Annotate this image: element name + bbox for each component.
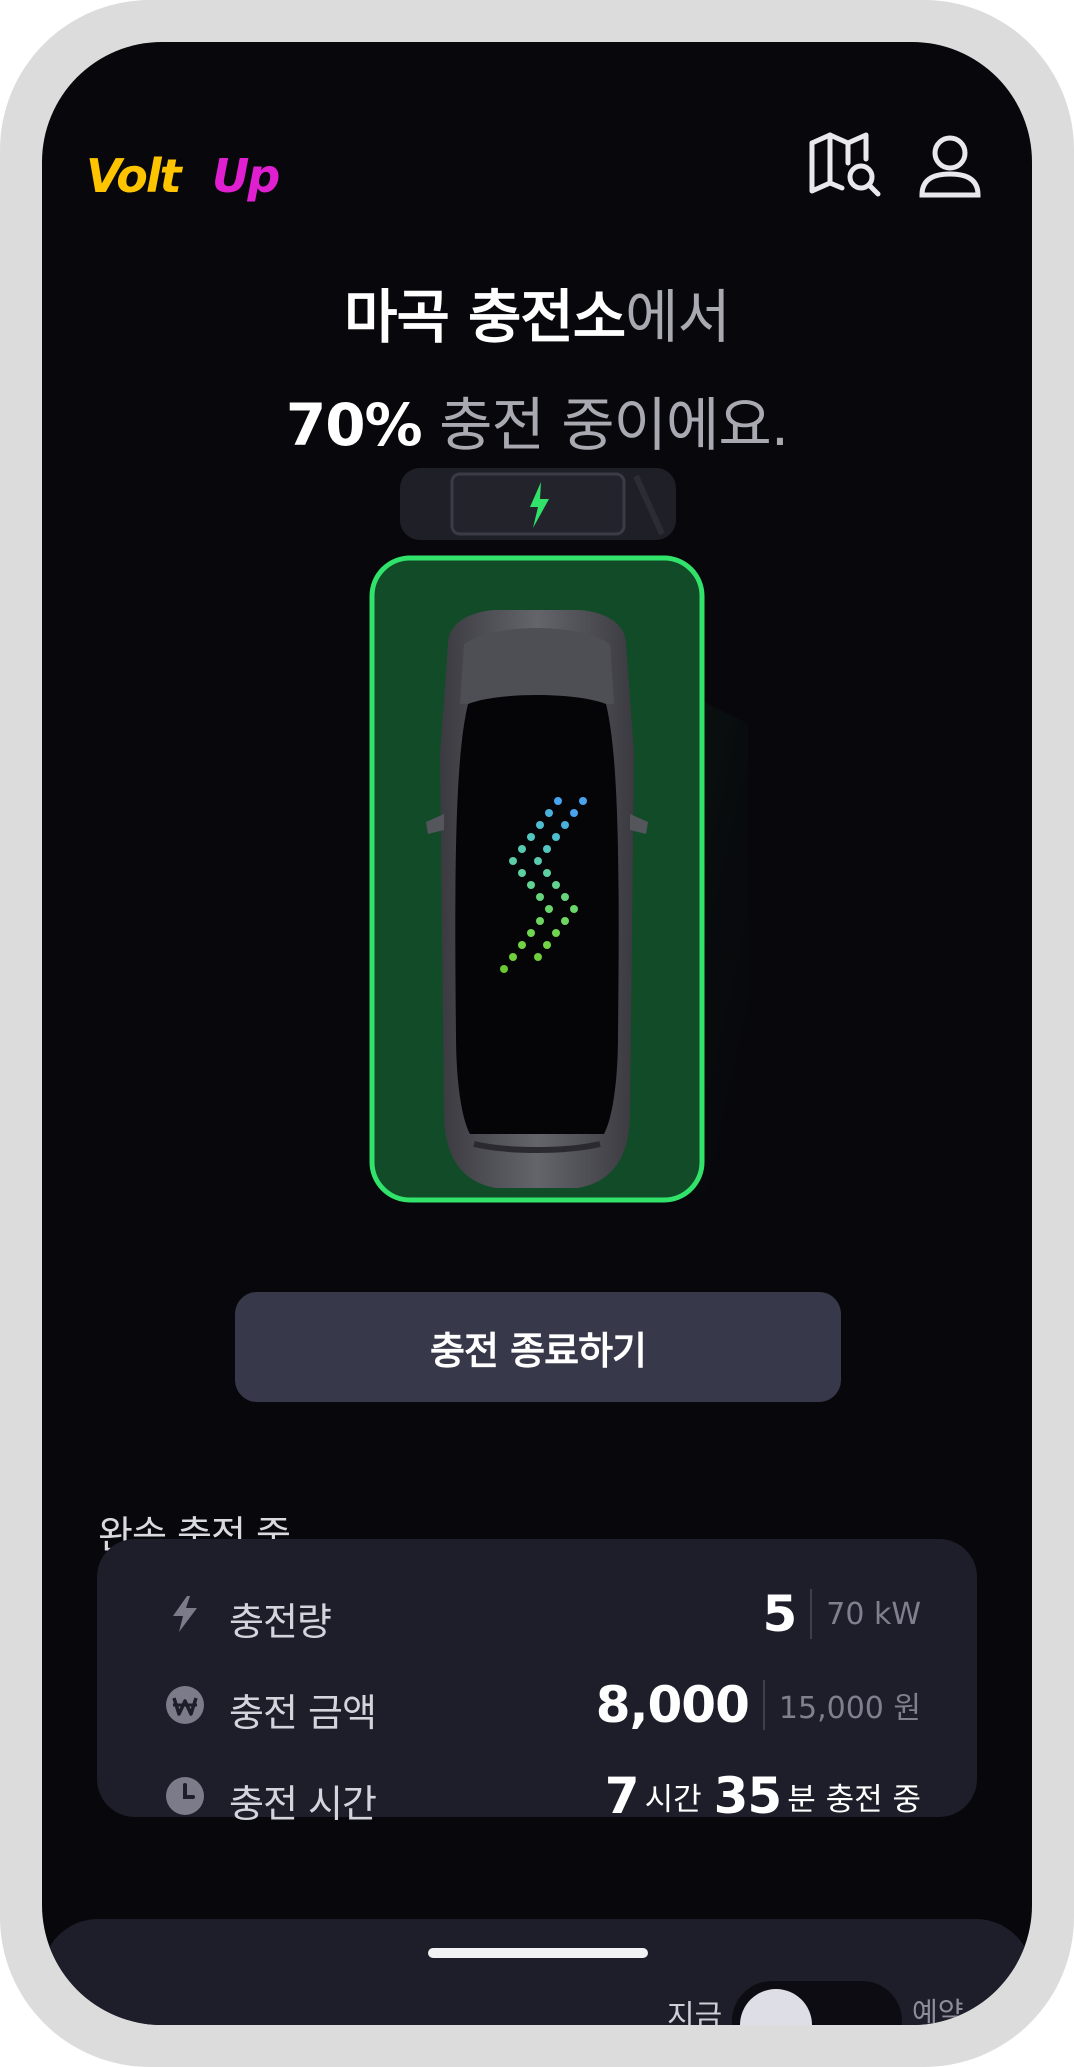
toggle-knob <box>740 1989 812 2025</box>
charger-stand <box>400 468 676 540</box>
bottom-sheet[interactable]: 지금 예약 <box>42 1919 1032 2025</box>
charge-cost-total: 15,000 원 <box>778 1691 921 1726</box>
charge-time-hours-unit: 시간 <box>644 1781 702 1818</box>
station-title: 마곡 충전소에서 <box>42 270 1032 354</box>
charge-time-hours: 7 <box>604 1767 640 1825</box>
user-icon <box>919 135 981 198</box>
now-reserve-toggle[interactable] <box>732 1981 902 2025</box>
phone-screen: Volt Up 마곡 충전소에서 70% 충전 중이에요. 충전 종료하기 완속… <box>42 42 1032 2025</box>
charge-time-value-group: 7 시간 35 분 충전 중 <box>605 1761 921 1831</box>
charge-cost-row: 충전 금액 8,000 15,000 원 <box>97 1670 977 1740</box>
charge-amount-total: 70 kW <box>826 1596 921 1632</box>
clock-icon <box>166 1777 204 1815</box>
station-name: 마곡 충전소 <box>344 283 626 351</box>
voltup-logo: Volt Up <box>86 149 281 203</box>
charge-time-minutes-unit: 분 충전 중 <box>787 1781 921 1818</box>
stop-charging-button[interactable]: 충전 종료하기 <box>235 1292 841 1402</box>
charge-cost-value: 8,000 <box>595 1676 750 1734</box>
charge-amount-label: 충전량 <box>229 1600 332 1644</box>
charging-status-title: 70% 충전 중이에요. <box>42 378 1032 462</box>
station-suffix: 에서 <box>625 283 731 351</box>
phone-bezel: Volt Up 마곡 충전소에서 70% 충전 중이에요. 충전 종료하기 완속… <box>0 0 1074 2067</box>
charge-amount-value-group: 5 70 kW <box>762 1579 921 1649</box>
map-search-icon <box>809 132 881 197</box>
charge-amount-row: 충전량 5 70 kW <box>97 1579 977 1649</box>
won-coin-icon <box>166 1686 204 1724</box>
divider <box>810 1589 813 1639</box>
divider <box>762 1680 765 1730</box>
svg-text:Volt: Volt <box>86 149 184 203</box>
reserve-label: 예약 <box>912 1996 964 2025</box>
map-search-button[interactable] <box>806 127 886 207</box>
car-glass-roof <box>455 695 619 1134</box>
charging-car-illustration <box>369 555 748 1203</box>
sheet-drag-handle[interactable] <box>428 1948 648 1958</box>
charge-time-label: 충전 시간 <box>229 1782 377 1826</box>
charge-cost-label: 충전 금액 <box>229 1691 377 1735</box>
charging-status-suffix: 충전 중이에요. <box>421 391 789 459</box>
charge-time-row: 충전 시간 7 시간 35 분 충전 중 <box>97 1761 977 1831</box>
profile-button[interactable] <box>910 127 990 207</box>
svg-text:Up: Up <box>212 149 279 203</box>
lightning-icon <box>173 1596 197 1632</box>
charge-percent: 70% <box>285 391 423 459</box>
charge-time-minutes: 35 <box>713 1767 783 1825</box>
charge-amount-value: 5 <box>762 1585 797 1643</box>
charging-info-card: 충전량 5 70 kW 충전 금액 8,000 15,000 원 충전 시간 7… <box>97 1539 977 1826</box>
charge-cost-value-group: 8,000 15,000 원 <box>596 1670 921 1740</box>
now-label: 지금 <box>667 1999 723 2025</box>
